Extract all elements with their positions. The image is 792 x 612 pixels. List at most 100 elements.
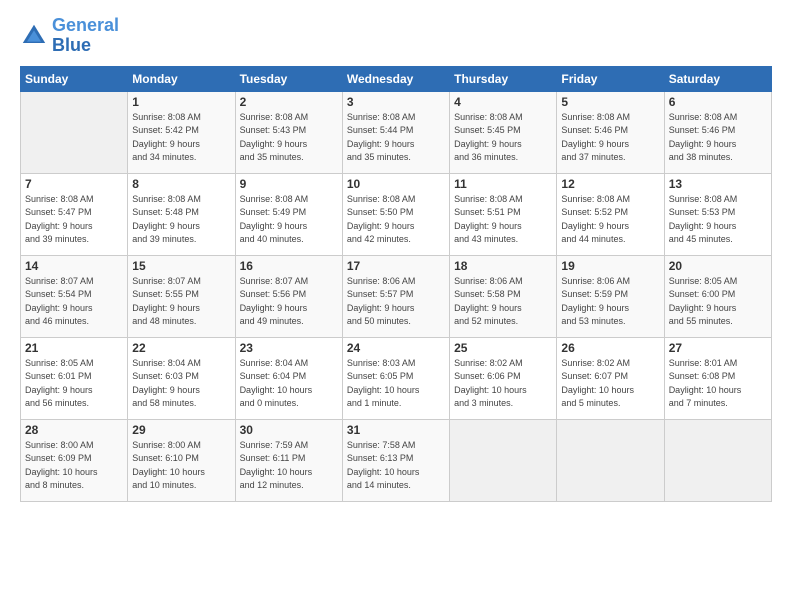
day-info: Sunrise: 8:02 AMSunset: 6:07 PMDaylight:… <box>561 357 659 411</box>
weekday-header-cell: Monday <box>128 66 235 91</box>
day-number: 13 <box>669 177 767 191</box>
calendar-cell <box>557 419 664 501</box>
calendar-cell: 24Sunrise: 8:03 AMSunset: 6:05 PMDayligh… <box>342 337 449 419</box>
calendar-week-row: 21 Sunrise: 8:05 AMSunset: 6:01 PMDayligh… <box>21 337 772 419</box>
day-number: 16 <box>240 259 338 273</box>
day-info: Sunrise: 8:00 AMSunset: 6:10 PMDaylight:… <box>132 439 230 493</box>
calendar-cell: 10 Sunrise: 8:08 AMSunset: 5:50 PMDayligh… <box>342 173 449 255</box>
day-info: Sunrise: 8:06 AMSunset: 5:58 PMDaylight:… <box>454 275 552 329</box>
day-info: Sunrise: 8:04 AMSunset: 6:03 PMDaylight:… <box>132 357 230 411</box>
day-number: 11 <box>454 177 552 191</box>
day-info: Sunrise: 8:08 AMSunset: 5:46 PMDaylight:… <box>561 111 659 165</box>
day-number: 23 <box>240 341 338 355</box>
calendar-cell: 8 Sunrise: 8:08 AMSunset: 5:48 PMDaylight… <box>128 173 235 255</box>
calendar-cell: 28 Sunrise: 8:00 AMSunset: 6:09 PMDayligh… <box>21 419 128 501</box>
calendar-cell: 1 Sunrise: 8:08 AMSunset: 5:42 PMDaylight… <box>128 91 235 173</box>
calendar-cell: 16 Sunrise: 8:07 AMSunset: 5:56 PMDayligh… <box>235 255 342 337</box>
calendar-cell: 26 Sunrise: 8:02 AMSunset: 6:07 PMDayligh… <box>557 337 664 419</box>
day-info: Sunrise: 8:07 AMSunset: 5:55 PMDaylight:… <box>132 275 230 329</box>
day-info: Sunrise: 8:08 AMSunset: 5:45 PMDaylight:… <box>454 111 552 165</box>
calendar-table: SundayMondayTuesdayWednesdayThursdayFrid… <box>20 66 772 502</box>
calendar-cell: 22 Sunrise: 8:04 AMSunset: 6:03 PMDayligh… <box>128 337 235 419</box>
calendar-cell <box>21 91 128 173</box>
weekday-header-cell: Friday <box>557 66 664 91</box>
calendar-week-row: 14 Sunrise: 8:07 AMSunset: 5:54 PMDayligh… <box>21 255 772 337</box>
calendar-cell: 12 Sunrise: 8:08 AMSunset: 5:52 PMDayligh… <box>557 173 664 255</box>
weekday-header-cell: Saturday <box>664 66 771 91</box>
main-container: General Blue SundayMondayTuesdayWednesda… <box>0 0 792 612</box>
day-number: 7 <box>25 177 123 191</box>
calendar-cell: 21 Sunrise: 8:05 AMSunset: 6:01 PMDayligh… <box>21 337 128 419</box>
day-info: Sunrise: 8:06 AMSunset: 5:57 PMDaylight:… <box>347 275 445 329</box>
calendar-cell: 29 Sunrise: 8:00 AMSunset: 6:10 PMDayligh… <box>128 419 235 501</box>
day-number: 18 <box>454 259 552 273</box>
day-info: Sunrise: 8:08 AMSunset: 5:44 PMDaylight:… <box>347 111 445 165</box>
day-info: Sunrise: 8:08 AMSunset: 5:48 PMDaylight:… <box>132 193 230 247</box>
page-header: General Blue <box>20 16 772 56</box>
day-number: 14 <box>25 259 123 273</box>
calendar-cell: 5 Sunrise: 8:08 AMSunset: 5:46 PMDaylight… <box>557 91 664 173</box>
day-number: 25 <box>454 341 552 355</box>
weekday-header-cell: Wednesday <box>342 66 449 91</box>
day-info: Sunrise: 8:07 AMSunset: 5:54 PMDaylight:… <box>25 275 123 329</box>
day-info: Sunrise: 8:00 AMSunset: 6:09 PMDaylight:… <box>25 439 123 493</box>
calendar-week-row: 7Sunrise: 8:08 AMSunset: 5:47 PMDaylight… <box>21 173 772 255</box>
day-number: 15 <box>132 259 230 273</box>
calendar-cell: 27Sunrise: 8:01 AMSunset: 6:08 PMDayligh… <box>664 337 771 419</box>
day-info: Sunrise: 8:08 AMSunset: 5:46 PMDaylight:… <box>669 111 767 165</box>
day-info: Sunrise: 8:03 AMSunset: 6:05 PMDaylight:… <box>347 357 445 411</box>
day-info: Sunrise: 8:08 AMSunset: 5:53 PMDaylight:… <box>669 193 767 247</box>
day-number: 31 <box>347 423 445 437</box>
day-number: 28 <box>25 423 123 437</box>
day-info: Sunrise: 8:05 AMSunset: 6:00 PMDaylight:… <box>669 275 767 329</box>
weekday-header-cell: Thursday <box>450 66 557 91</box>
calendar-cell: 9 Sunrise: 8:08 AMSunset: 5:49 PMDaylight… <box>235 173 342 255</box>
day-info: Sunrise: 8:08 AMSunset: 5:52 PMDaylight:… <box>561 193 659 247</box>
calendar-cell: 20Sunrise: 8:05 AMSunset: 6:00 PMDayligh… <box>664 255 771 337</box>
calendar-cell <box>450 419 557 501</box>
day-number: 22 <box>132 341 230 355</box>
day-info: Sunrise: 8:05 AMSunset: 6:01 PMDaylight:… <box>25 357 123 411</box>
calendar-cell: 31 Sunrise: 7:58 AMSunset: 6:13 PMDayligh… <box>342 419 449 501</box>
calendar-cell: 25 Sunrise: 8:02 AMSunset: 6:06 PMDayligh… <box>450 337 557 419</box>
weekday-header-row: SundayMondayTuesdayWednesdayThursdayFrid… <box>21 66 772 91</box>
day-info: Sunrise: 8:08 AMSunset: 5:51 PMDaylight:… <box>454 193 552 247</box>
calendar-cell: 4 Sunrise: 8:08 AMSunset: 5:45 PMDaylight… <box>450 91 557 173</box>
day-info: Sunrise: 8:08 AMSunset: 5:50 PMDaylight:… <box>347 193 445 247</box>
calendar-cell: 14 Sunrise: 8:07 AMSunset: 5:54 PMDayligh… <box>21 255 128 337</box>
logo-text: General Blue <box>52 16 119 56</box>
day-number: 6 <box>669 95 767 109</box>
day-info: Sunrise: 8:08 AMSunset: 5:49 PMDaylight:… <box>240 193 338 247</box>
day-number: 9 <box>240 177 338 191</box>
day-number: 17 <box>347 259 445 273</box>
day-info: Sunrise: 7:58 AMSunset: 6:13 PMDaylight:… <box>347 439 445 493</box>
day-number: 8 <box>132 177 230 191</box>
day-number: 19 <box>561 259 659 273</box>
day-number: 4 <box>454 95 552 109</box>
day-number: 5 <box>561 95 659 109</box>
calendar-cell: 23Sunrise: 8:04 AMSunset: 6:04 PMDayligh… <box>235 337 342 419</box>
day-info: Sunrise: 8:02 AMSunset: 6:06 PMDaylight:… <box>454 357 552 411</box>
day-number: 21 <box>25 341 123 355</box>
day-number: 12 <box>561 177 659 191</box>
calendar-cell: 7Sunrise: 8:08 AMSunset: 5:47 PMDaylight… <box>21 173 128 255</box>
day-number: 1 <box>132 95 230 109</box>
logo-icon <box>20 22 48 50</box>
day-number: 29 <box>132 423 230 437</box>
day-info: Sunrise: 8:08 AMSunset: 5:42 PMDaylight:… <box>132 111 230 165</box>
calendar-cell: 3Sunrise: 8:08 AMSunset: 5:44 PMDaylight… <box>342 91 449 173</box>
calendar-cell: 19 Sunrise: 8:06 AMSunset: 5:59 PMDayligh… <box>557 255 664 337</box>
day-number: 26 <box>561 341 659 355</box>
calendar-week-row: 28 Sunrise: 8:00 AMSunset: 6:09 PMDayligh… <box>21 419 772 501</box>
day-number: 10 <box>347 177 445 191</box>
logo: General Blue <box>20 16 119 56</box>
day-number: 30 <box>240 423 338 437</box>
day-info: Sunrise: 8:08 AMSunset: 5:43 PMDaylight:… <box>240 111 338 165</box>
weekday-header-cell: Sunday <box>21 66 128 91</box>
calendar-cell: 2Sunrise: 8:08 AMSunset: 5:43 PMDaylight… <box>235 91 342 173</box>
day-info: Sunrise: 8:07 AMSunset: 5:56 PMDaylight:… <box>240 275 338 329</box>
calendar-cell: 13 Sunrise: 8:08 AMSunset: 5:53 PMDayligh… <box>664 173 771 255</box>
day-info: Sunrise: 8:01 AMSunset: 6:08 PMDaylight:… <box>669 357 767 411</box>
calendar-cell <box>664 419 771 501</box>
day-info: Sunrise: 8:06 AMSunset: 5:59 PMDaylight:… <box>561 275 659 329</box>
